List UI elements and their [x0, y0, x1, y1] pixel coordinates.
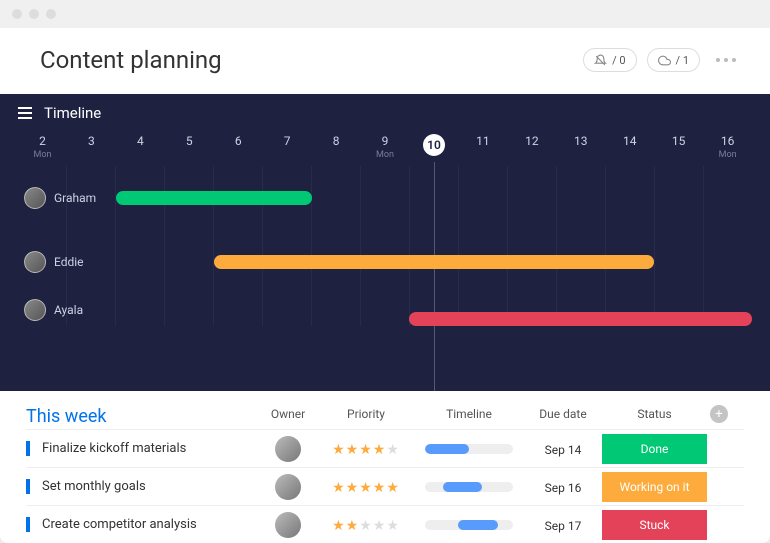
date-dow: Mon	[361, 150, 410, 160]
timeline-section: Timeline 2Mon3456789Mon10111213141516Mon…	[0, 94, 770, 391]
priority-stars[interactable]: ★★★★★	[332, 480, 400, 496]
date-number: 4	[116, 134, 165, 148]
date-number: 6	[214, 134, 263, 148]
date-number: 11	[458, 134, 507, 148]
date-col[interactable]: 11	[458, 134, 507, 166]
due-date[interactable]: Sep 16	[545, 481, 582, 495]
mini-timeline[interactable]	[425, 482, 513, 492]
table-row[interactable]: Create competitor analysis ★★★★★ Sep 17 Stu…	[26, 505, 744, 543]
task-title[interactable]: Set monthly goals	[26, 479, 258, 494]
date-dow: Mon	[18, 150, 67, 160]
date-col[interactable]: 6	[214, 134, 263, 166]
gantt-row: Graham	[18, 166, 752, 230]
col-header-status: Status	[602, 407, 707, 421]
date-dow: Mon	[703, 150, 752, 160]
traffic-light-close[interactable]	[12, 9, 22, 19]
date-number: 15	[654, 134, 703, 148]
table-row[interactable]: Set monthly goals ★★★★★ Sep 16 Working on i…	[26, 467, 744, 505]
table-row[interactable]: Finalize kickoff materials ★★★★★ Sep 14 Don…	[26, 429, 744, 467]
date-number: 9	[361, 134, 410, 148]
date-col[interactable]: 3	[67, 134, 116, 166]
status-badge[interactable]: Done	[602, 434, 707, 464]
avatar[interactable]	[24, 187, 46, 209]
window-titlebar	[0, 0, 770, 28]
gantt-row-name: Graham	[54, 191, 96, 205]
date-number: 8	[312, 134, 361, 148]
date-number: 12	[507, 134, 556, 148]
date-col[interactable]: 8	[312, 134, 361, 166]
status-badge[interactable]: Stuck	[602, 510, 707, 540]
col-header-due: Due date	[524, 407, 602, 421]
gantt-area[interactable]: Graham Eddie Ayala	[0, 166, 770, 326]
due-date[interactable]: Sep 17	[545, 519, 582, 533]
priority-stars[interactable]: ★★★★★	[332, 518, 400, 534]
task-title[interactable]: Finalize kickoff materials	[26, 441, 258, 456]
more-menu-button[interactable]	[710, 58, 742, 62]
task-title[interactable]: Create competitor analysis	[26, 517, 258, 532]
mini-timeline[interactable]	[425, 444, 513, 454]
avatar[interactable]	[24, 251, 46, 273]
date-col[interactable]: 12	[507, 134, 556, 166]
col-header-priority: Priority	[318, 407, 414, 421]
date-col[interactable]: 14	[605, 134, 654, 166]
bell-off-icon	[594, 54, 607, 67]
gantt-row-label: Eddie	[24, 251, 84, 273]
gantt-row-label: Ayala	[24, 299, 83, 321]
col-header-timeline: Timeline	[414, 407, 524, 421]
gantt-row-name: Ayala	[54, 303, 83, 317]
date-col[interactable]: 2 Mon	[18, 134, 67, 166]
date-col[interactable]: 10	[410, 134, 459, 166]
notifications-count: / 0	[612, 54, 625, 67]
date-number: 16	[703, 134, 752, 148]
status-badge[interactable]: Working on it	[602, 472, 707, 502]
gantt-bar[interactable]	[409, 312, 752, 326]
page-title: Content planning	[40, 46, 222, 74]
notifications-pill[interactable]: / 0	[583, 48, 636, 72]
traffic-light-min[interactable]	[29, 9, 39, 19]
cloud-pill[interactable]: / 1	[647, 48, 700, 72]
date-col[interactable]: 13	[556, 134, 605, 166]
gantt-bar[interactable]	[214, 255, 654, 269]
date-number: 5	[165, 134, 214, 148]
date-number: 2	[18, 134, 67, 148]
cloud-count: / 1	[676, 54, 689, 67]
priority-stars[interactable]: ★★★★★	[332, 442, 400, 458]
date-col[interactable]: 9 Mon	[361, 134, 410, 166]
cloud-icon	[658, 54, 671, 67]
col-header-owner: Owner	[258, 407, 318, 421]
gantt-bar[interactable]	[116, 191, 312, 205]
gantt-row-label: Graham	[24, 187, 96, 209]
timeline-title: Timeline	[44, 104, 101, 122]
date-col[interactable]: 7	[263, 134, 312, 166]
date-number: 10	[423, 134, 445, 156]
date-col[interactable]: 16 Mon	[703, 134, 752, 166]
date-col[interactable]: 15	[654, 134, 703, 166]
date-number: 7	[263, 134, 312, 148]
gantt-row-name: Eddie	[54, 255, 84, 269]
traffic-light-max[interactable]	[46, 9, 56, 19]
week-panel: This week Owner Priority Timeline Due da…	[0, 391, 770, 543]
mini-timeline[interactable]	[425, 520, 513, 530]
date-col[interactable]: 5	[165, 134, 214, 166]
add-column-button[interactable]: +	[710, 405, 728, 423]
avatar[interactable]	[275, 474, 301, 500]
date-number: 3	[67, 134, 116, 148]
due-date[interactable]: Sep 14	[545, 443, 582, 457]
date-number: 14	[605, 134, 654, 148]
date-number: 13	[556, 134, 605, 148]
gantt-row: Ayala	[18, 294, 752, 326]
date-col[interactable]: 4	[116, 134, 165, 166]
avatar[interactable]	[24, 299, 46, 321]
avatar[interactable]	[275, 512, 301, 538]
date-axis: 2Mon3456789Mon10111213141516Mon	[0, 134, 770, 166]
gantt-row: Eddie	[18, 230, 752, 294]
week-title: This week	[26, 406, 258, 427]
menu-icon[interactable]	[18, 107, 32, 119]
avatar[interactable]	[275, 436, 301, 462]
